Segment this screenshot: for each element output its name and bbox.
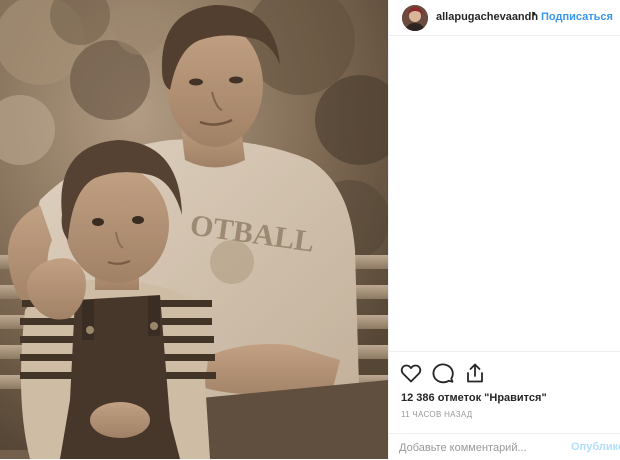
likes-count[interactable]: 12 386 отметок "Нравится" [401,392,547,404]
post-side-panel: allapugachevaandh • Подписаться 12 386 о… [388,0,620,459]
sepia-photo-image: OTBALL [0,0,388,459]
separator-dot: • [532,8,536,20]
username-link[interactable]: allapugachevaandh [436,11,538,23]
heart-icon[interactable] [399,361,423,385]
post-timestamp[interactable]: 11 ЧАСОВ НАЗАД [401,410,472,419]
publish-button[interactable]: Опубликовать [571,441,620,453]
post-photo[interactable]: OTBALL [0,0,388,459]
share-icon[interactable] [463,361,487,385]
instagram-post: OTBALL allapugachevaandh • Подписаться 1… [0,0,620,459]
post-actions-section: 12 386 отметок "Нравится" 11 ЧАСОВ НАЗАД… [389,351,620,459]
comment-input[interactable] [399,440,559,456]
follow-button[interactable]: Подписаться [541,11,613,23]
comment-icon[interactable] [431,361,455,385]
comment-form: Опубликовать [389,433,620,460]
avatar[interactable] [402,5,428,31]
avatar-image [402,5,428,31]
post-header: allapugachevaandh • Подписаться [389,0,620,36]
